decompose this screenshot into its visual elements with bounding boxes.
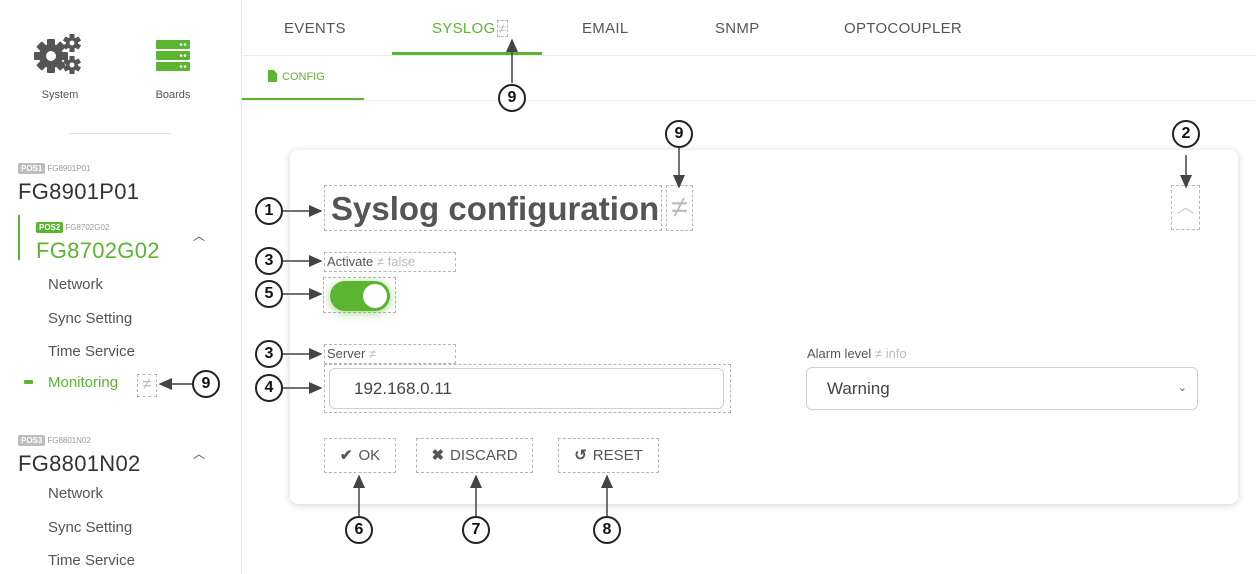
- nav-system-label: System: [41, 89, 79, 101]
- chevron-down-icon: ⌄: [1177, 382, 1187, 394]
- active-item-bullet: [24, 380, 33, 384]
- undo-icon: ↺: [574, 447, 587, 464]
- chevron-up-icon[interactable]: ︿: [193, 445, 205, 462]
- pos-badge: POS1: [18, 163, 46, 175]
- syslog-modified-indicator: ≠: [496, 20, 508, 37]
- tab-events[interactable]: EVENTS: [284, 20, 346, 37]
- board-pos3[interactable]: POS3 FG8801N02 FG8801N02: [18, 432, 141, 477]
- callout-9: 9: [192, 370, 220, 398]
- activate-label-text: Activate: [327, 254, 374, 269]
- board-subtitle: FG8901P01: [47, 164, 91, 174]
- pos-badge: POS3: [18, 435, 46, 447]
- callout-9: 9: [498, 84, 526, 112]
- callout-3: 3: [255, 247, 283, 275]
- alarm-level-selected: Warning: [827, 379, 890, 398]
- sidebar-item-network[interactable]: Network: [48, 276, 103, 293]
- server-input-box: 192.168.0.11: [324, 364, 731, 413]
- activate-label: Activate ≠ false: [324, 252, 456, 272]
- callout-4: 4: [255, 374, 283, 402]
- board-pos2[interactable]: POS2 FG8702G02 FG8702G02: [36, 219, 160, 264]
- gears-icon: [34, 34, 82, 74]
- alarm-level-modified-indicator: ≠: [874, 346, 883, 361]
- chevron-up-icon[interactable]: ︿: [193, 227, 205, 244]
- tab-snmp[interactable]: SNMP: [715, 20, 760, 37]
- nav-boards-label: Boards: [155, 89, 191, 101]
- board-subtitle: FG8702G02: [65, 223, 110, 233]
- activate-toggle[interactable]: [330, 281, 390, 311]
- activate-default-value: false: [387, 254, 416, 269]
- board-name[interactable]: FG8801N02: [18, 451, 141, 477]
- tab-syslog[interactable]: SYSLOG ≠: [432, 20, 508, 37]
- server-input[interactable]: 192.168.0.11: [329, 368, 724, 409]
- check-icon: ✔: [339, 447, 353, 464]
- close-icon: ✖: [431, 447, 445, 464]
- server-label-text: Server: [327, 346, 366, 361]
- board-subtitle: FG8801N02: [47, 436, 91, 446]
- discard-button-label: DISCARD: [450, 447, 518, 464]
- sidebar-item-sync-setting[interactable]: Sync Setting: [48, 310, 132, 327]
- tab-syslog-label: SYSLOG: [432, 20, 496, 37]
- sidebar-item-time-service[interactable]: Time Service: [48, 552, 135, 569]
- collapse-button[interactable]: ︿: [1171, 185, 1200, 230]
- callout-5: 5: [255, 280, 283, 308]
- toggle-knob: [363, 284, 387, 308]
- alarm-level-default-value: info: [885, 346, 907, 361]
- callout-9: 9: [665, 120, 693, 148]
- callout-1: 1: [255, 197, 283, 225]
- ok-button-label: OK: [358, 447, 381, 464]
- sidebar-item-network[interactable]: Network: [48, 485, 103, 502]
- reset-button-label: RESET: [592, 447, 643, 464]
- title-modified-indicator: ≠: [666, 185, 693, 231]
- sub-tabs: CONFIG: [242, 56, 1256, 101]
- ok-button[interactable]: ✔ OK: [324, 438, 396, 473]
- monitoring-modified-indicator: ≠: [137, 374, 157, 397]
- subtab-config-label: CONFIG: [282, 71, 325, 83]
- tab-email[interactable]: EMAIL: [582, 20, 629, 37]
- board-pos1[interactable]: POS1 FG8901P01 FG8901P01: [18, 160, 139, 205]
- pos-badge: POS2: [36, 222, 64, 234]
- document-icon: [268, 70, 277, 82]
- callout-7: 7: [462, 516, 490, 544]
- board-name[interactable]: FG8901P01: [18, 179, 139, 205]
- alarm-level-select[interactable]: Warning ⌄: [806, 367, 1198, 410]
- active-subtab-underline: [242, 98, 364, 100]
- activate-toggle-box: [323, 277, 396, 313]
- callout-3: 3: [255, 340, 283, 368]
- server-stack-icon: [156, 40, 190, 71]
- alarm-level-label-text: Alarm level: [807, 346, 872, 361]
- top-tabs: EVENTS SYSLOG ≠ EMAIL SNMP OPTOCOUPLER: [242, 0, 1256, 56]
- card-title: Syslog configuration: [331, 190, 660, 227]
- server-modified-indicator: ≠: [368, 346, 377, 361]
- app-root: System Boards POS1 FG8901P01 FG8901P01 P…: [0, 0, 1256, 574]
- reset-button[interactable]: ↺ RESET: [558, 438, 659, 473]
- subtab-config[interactable]: CONFIG: [268, 70, 325, 83]
- active-tab-underline: [392, 52, 542, 55]
- discard-button[interactable]: ✖ DISCARD: [416, 438, 533, 473]
- sidebar: System Boards POS1 FG8901P01 FG8901P01 P…: [0, 0, 242, 574]
- chevron-up-icon: ︿: [1176, 197, 1195, 217]
- sidebar-item-monitoring[interactable]: Monitoring: [48, 374, 118, 391]
- active-board-indicator: [18, 215, 20, 260]
- sidebar-divider: [70, 133, 170, 134]
- callout-8: 8: [593, 516, 621, 544]
- nav-boards-button[interactable]: Boards: [133, 30, 213, 101]
- sidebar-item-time-service[interactable]: Time Service: [48, 343, 135, 360]
- card-title-box: Syslog configuration: [324, 185, 662, 231]
- nav-system-button[interactable]: System: [20, 30, 100, 101]
- activate-modified-indicator: ≠: [376, 254, 385, 269]
- tab-optocoupler[interactable]: OPTOCOUPLER: [844, 20, 962, 37]
- alarm-level-label: Alarm level ≠ info: [805, 345, 907, 363]
- sidebar-item-sync-setting[interactable]: Sync Setting: [48, 519, 132, 536]
- callout-6: 6: [345, 516, 373, 544]
- server-label: Server ≠: [324, 344, 456, 364]
- callout-2: 2: [1172, 120, 1200, 148]
- board-name[interactable]: FG8702G02: [36, 238, 160, 264]
